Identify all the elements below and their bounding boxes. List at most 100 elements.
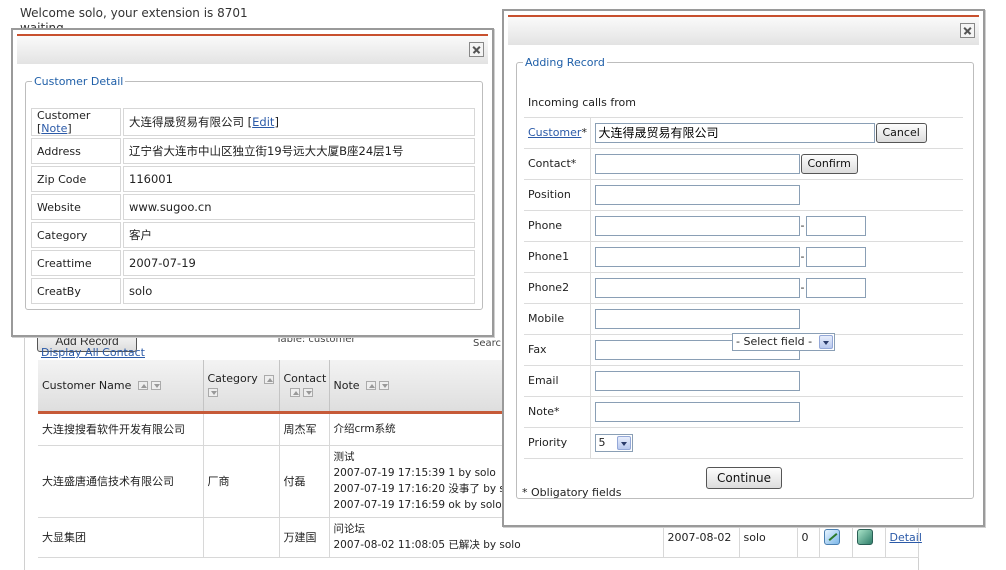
- creatby-value: solo: [123, 278, 475, 304]
- email-input[interactable]: [594, 370, 800, 391]
- chevron-down-icon: [819, 335, 833, 349]
- required-marker: *: [581, 126, 587, 139]
- detail-label: Category: [31, 222, 121, 248]
- continue-button[interactable]: Continue: [706, 467, 782, 490]
- category-cell: [203, 517, 280, 558]
- phone1-extension-input[interactable]: [805, 246, 866, 267]
- contact-cell: 周杰军: [279, 412, 330, 446]
- adding-record-form: Incoming calls from Customer* Cancel Con…: [524, 89, 963, 498]
- edit-link[interactable]: Edit: [252, 115, 274, 129]
- contact-cell: 万建国: [279, 517, 330, 558]
- customer-input[interactable]: [594, 122, 875, 143]
- phone1-input[interactable]: [594, 246, 800, 267]
- detail-link[interactable]: Detail: [890, 531, 922, 544]
- dialog-titlebar[interactable]: [508, 15, 979, 45]
- edit-record-icon[interactable]: [823, 529, 840, 545]
- category-cell: 厂商: [203, 445, 280, 518]
- search-label: Searc: [473, 338, 502, 349]
- form-row: Position: [524, 179, 963, 211]
- customer-value-cell: 大连得晟贸易有限公司 [Edit]: [123, 108, 475, 136]
- customer-name-cell[interactable]: 大显集团: [38, 517, 204, 558]
- phone-separator: -: [800, 219, 805, 232]
- contact-input[interactable]: [594, 153, 800, 174]
- welcome-message: Welcome solo, your extension is 8701: [20, 6, 248, 20]
- chevron-down-icon: [616, 435, 631, 450]
- creattime-value: 2007-07-19: [123, 250, 475, 276]
- contact-book-icon[interactable]: [856, 529, 873, 545]
- phone-separator: -: [800, 250, 805, 263]
- email-label: Email: [524, 365, 591, 397]
- adding-record-fieldset: Adding Record Incoming calls from Custom…: [516, 56, 974, 499]
- phone-extension-input[interactable]: [805, 215, 866, 236]
- sort-asc-icon[interactable]: [264, 374, 275, 384]
- detail-row: Website www.sugoo.cn: [31, 194, 475, 220]
- adding-record-dialog: Adding Record Incoming calls from Custom…: [502, 9, 985, 527]
- incoming-calls-label: Incoming calls from: [524, 89, 963, 118]
- sort-asc-icon[interactable]: [366, 381, 377, 391]
- confirm-button[interactable]: Confirm: [800, 153, 858, 174]
- phone-field-cell: -: [590, 210, 963, 242]
- detail-row: Creattime 2007-07-19: [31, 250, 475, 276]
- cancel-button[interactable]: Cancel: [875, 122, 927, 143]
- phone1-field-cell: -: [590, 241, 963, 273]
- sort-asc-icon[interactable]: [137, 381, 148, 391]
- form-row: Phone1 -: [524, 241, 963, 273]
- sort-desc-icon[interactable]: [379, 381, 390, 391]
- position-label: Position: [524, 179, 591, 211]
- close-icon[interactable]: [960, 23, 975, 38]
- phone1-label: Phone1: [524, 241, 591, 273]
- column-header-contact[interactable]: Contact: [279, 360, 330, 414]
- detail-label: Creattime: [31, 250, 121, 276]
- select-field-dropdown[interactable]: - Select field -: [732, 333, 835, 351]
- customer-name-cell[interactable]: 大连搜搜看软件开发有限公司: [38, 412, 204, 446]
- customer-label-cell: Customer [Note]: [31, 108, 121, 136]
- sort-asc-icon[interactable]: [289, 387, 300, 397]
- customer-link[interactable]: Customer: [528, 126, 581, 139]
- column-header-customer-name[interactable]: Customer Name: [38, 360, 204, 414]
- form-row: Email: [524, 365, 963, 397]
- customer-field-cell: Cancel: [590, 117, 963, 149]
- detail-row: Address 辽宁省大连市中山区独立街19号远大大厦B座24层1号: [31, 138, 475, 164]
- customer-label: Customer: [37, 109, 91, 122]
- form-row: Phone2 -: [524, 272, 963, 304]
- note-input[interactable]: [594, 401, 800, 422]
- sort-desc-icon[interactable]: [302, 387, 313, 397]
- zip-code-value: 116001: [123, 166, 475, 192]
- category-cell: [203, 412, 280, 446]
- form-row: Mobile: [524, 303, 963, 335]
- display-all-contact-link[interactable]: Display All Contact: [41, 346, 145, 359]
- form-row: Note*: [524, 396, 963, 428]
- phone2-extension-input[interactable]: [805, 277, 866, 298]
- mobile-input[interactable]: [594, 308, 800, 329]
- select-field-value: - Select field -: [736, 335, 813, 348]
- phone-label: Phone: [524, 210, 591, 242]
- priority-select[interactable]: 5: [594, 433, 633, 452]
- phone2-input[interactable]: [594, 277, 800, 298]
- fax-label: Fax: [524, 334, 591, 366]
- mobile-label: Mobile: [524, 303, 591, 335]
- email-field-cell: [590, 365, 963, 397]
- customer-name-cell[interactable]: 大连盛唐通信技术有限公司: [38, 445, 204, 518]
- sort-desc-icon[interactable]: [207, 387, 218, 397]
- customer-detail-fieldset: Customer Detail Customer [Note] 大连得晟贸易有限…: [25, 75, 483, 359]
- detail-row: CreatBy solo: [31, 278, 475, 304]
- note-label: Note*: [524, 396, 591, 428]
- column-header-label: Customer Name: [42, 378, 132, 392]
- mobile-field-cell: [590, 303, 963, 335]
- form-row: Customer* Cancel: [524, 117, 963, 149]
- contact-cell: 付磊: [279, 445, 330, 518]
- customer-value: 大连得晟贸易有限公司: [129, 115, 244, 129]
- dialog-titlebar[interactable]: [17, 34, 488, 64]
- close-icon[interactable]: [469, 42, 484, 57]
- contact-field-cell: Confirm: [590, 148, 963, 180]
- phone-input[interactable]: [594, 215, 800, 236]
- priority-field-cell: 5: [590, 427, 963, 459]
- column-header-category[interactable]: Category: [203, 360, 280, 414]
- form-row: Incoming calls from: [524, 89, 963, 118]
- customer-detail-table: Customer [Note] 大连得晟贸易有限公司 [Edit] Addres…: [29, 106, 477, 306]
- position-input[interactable]: [594, 184, 800, 205]
- note-link[interactable]: Note: [41, 122, 67, 135]
- obligatory-fields-note: * Obligatory fields: [522, 486, 622, 499]
- sort-desc-icon[interactable]: [150, 381, 161, 391]
- detail-row: Zip Code 116001: [31, 166, 475, 192]
